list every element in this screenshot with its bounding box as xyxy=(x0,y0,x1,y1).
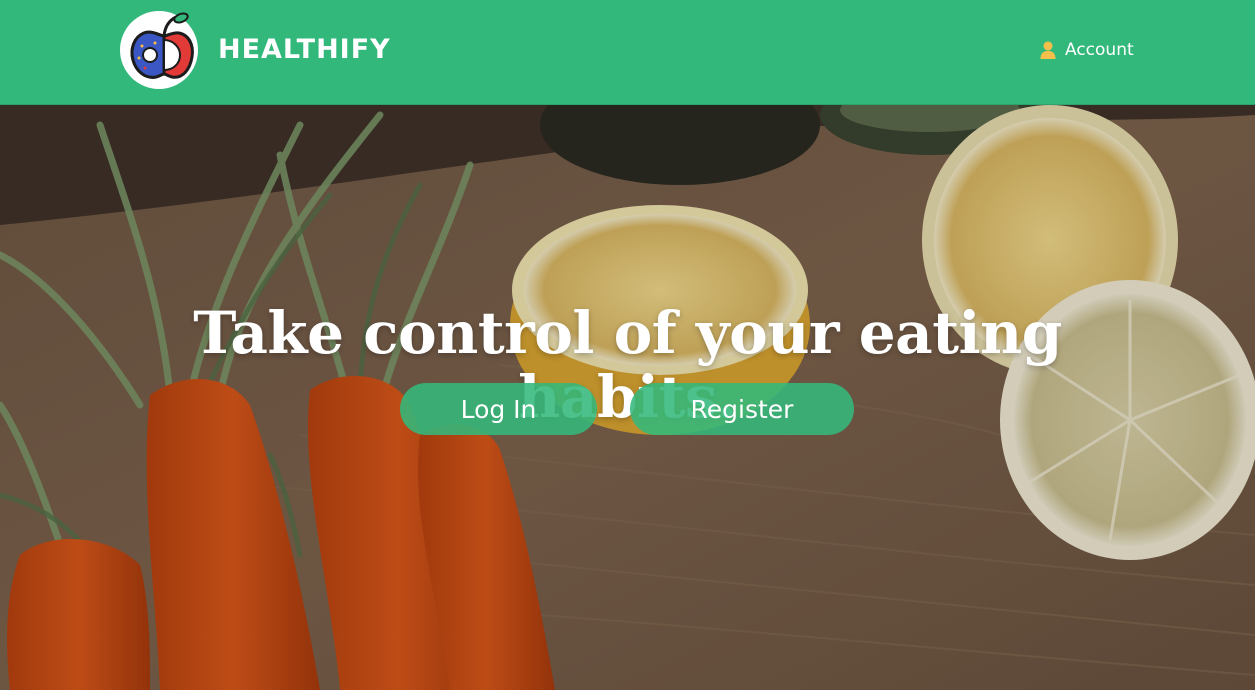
account-link[interactable]: Account xyxy=(1040,36,1134,64)
hero-section: Take control of your eating habits. Log … xyxy=(0,105,1255,690)
healthify-logo-icon[interactable] xyxy=(120,11,198,89)
account-label: Account xyxy=(1065,40,1134,60)
brand-name[interactable]: HEALTHIFY xyxy=(218,30,391,70)
register-button[interactable]: Register xyxy=(630,383,854,435)
hero-headline-line-2: habits. xyxy=(518,363,737,431)
hero-headline-line-1: Take control of your eating xyxy=(193,299,1062,367)
login-button[interactable]: Log In xyxy=(400,383,597,435)
top-navbar: HEALTHIFY Account xyxy=(0,0,1255,105)
user-icon xyxy=(1040,41,1056,59)
hero-headline: Take control of your eating habits. xyxy=(0,301,1255,429)
